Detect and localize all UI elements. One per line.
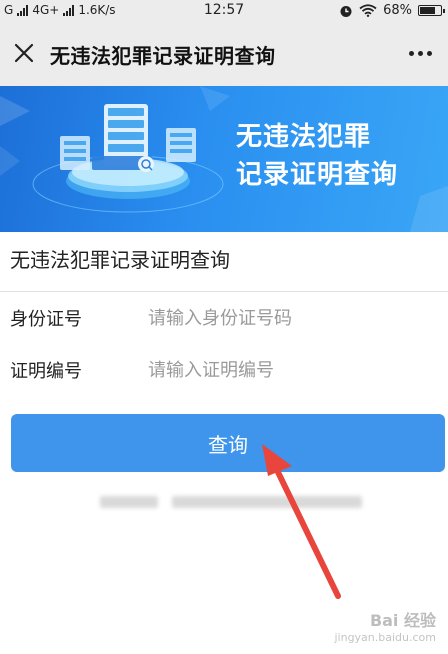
cert-number-input[interactable] bbox=[148, 352, 438, 388]
watermark-main: Bai 经验 bbox=[369, 611, 436, 630]
id-number-input[interactable] bbox=[148, 300, 438, 336]
cert-number-row: 证明编号 bbox=[0, 346, 448, 394]
cert-number-label: 证明编号 bbox=[10, 361, 82, 382]
nav-bar: 无违法犯罪记录证明查询 bbox=[0, 22, 448, 86]
close-icon[interactable] bbox=[8, 36, 40, 70]
id-number-row: 身份证号 bbox=[0, 294, 448, 342]
banner: 无违法犯罪 记录证明查询 bbox=[0, 86, 448, 232]
blurred-note bbox=[100, 492, 362, 512]
divider bbox=[0, 291, 448, 292]
battery-percent: 68% bbox=[383, 3, 412, 18]
banner-text: 无违法犯罪 记录证明查询 bbox=[236, 118, 416, 194]
more-icon[interactable] bbox=[402, 36, 438, 70]
status-bar: G 4G+ 1.6K/s 12:57 68% bbox=[0, 0, 448, 22]
nav-title: 无违法犯罪记录证明查询 bbox=[50, 44, 276, 68]
banner-line-2: 记录证明查询 bbox=[236, 160, 399, 190]
status-right: 68% bbox=[339, 3, 445, 18]
id-number-label: 身份证号 bbox=[10, 309, 82, 330]
wifi-icon bbox=[359, 4, 377, 17]
banner-line-1: 无违法犯罪 bbox=[236, 122, 372, 152]
page-title: 无违法犯罪记录证明查询 bbox=[10, 248, 230, 272]
watermark-sub: jingyan.baidu.com bbox=[334, 631, 436, 644]
alarm-icon bbox=[340, 5, 352, 17]
query-button[interactable]: 查询 bbox=[11, 414, 445, 472]
watermark: Bai 经验 jingyan.baidu.com bbox=[334, 607, 436, 644]
battery-icon bbox=[418, 5, 445, 16]
